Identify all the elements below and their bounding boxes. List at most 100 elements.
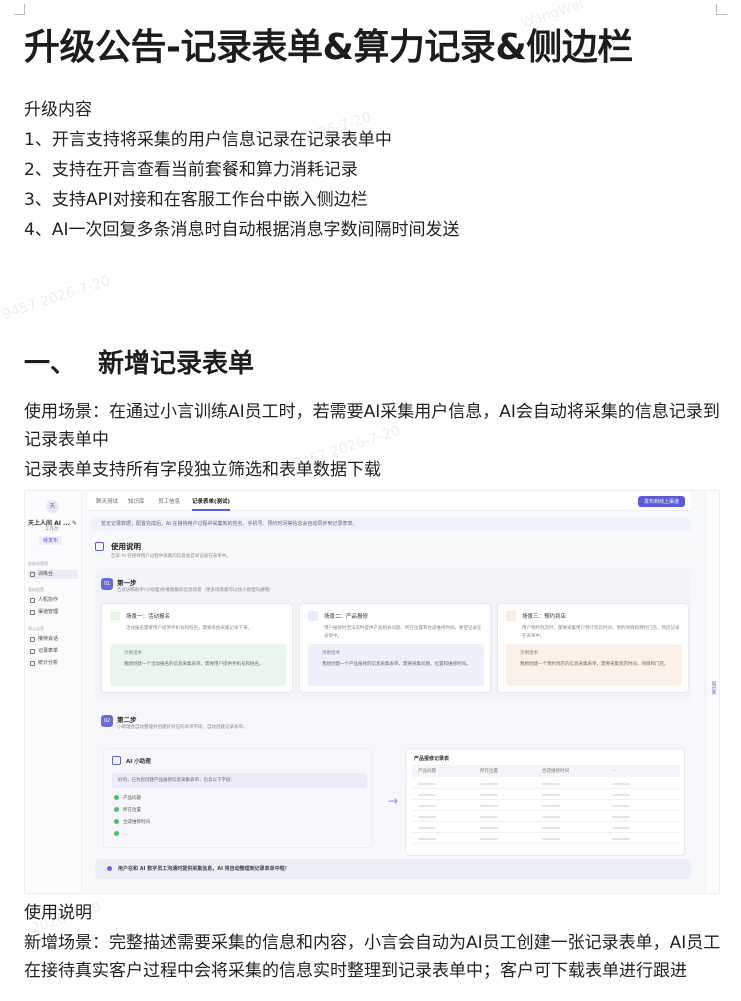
tab-record-form[interactable]: 记录表单(测试): [192, 497, 231, 511]
watermark: 9457 2026-7-20: [0, 273, 113, 323]
tab-knowledge[interactable]: 知识库: [128, 497, 145, 505]
upgrade-item: 2、支持在开言查看当前套餐和算力消耗记录: [24, 160, 358, 180]
status-badge: 待发布: [39, 536, 63, 545]
intro-title: 使用说明: [111, 542, 141, 551]
column-header: 合适维修时间: [542, 769, 569, 774]
search-icon: [30, 598, 35, 603]
scenario-desc: 用户报修时无法及时提供产品相关问题、所在位置和合适维修时间，希望记录在表单中。: [324, 626, 482, 639]
calendar-icon: [110, 611, 120, 621]
step-badge: 01: [101, 578, 113, 590]
intro-sub: 告诉 AI 在接待用户过程中采集的信息会自动记录在表单中。: [111, 554, 231, 559]
step-title: 第二步: [117, 716, 137, 724]
tab-chat-test[interactable]: 聊天测试: [96, 497, 118, 505]
field-label: 产品问题: [123, 796, 141, 801]
filter-text: 记录表单支持所有字段独立筛选和表单数据下载: [24, 460, 381, 480]
sidebar-item-sessions[interactable]: 接待会话: [28, 635, 78, 644]
hint-text: 用户在和 AI 数字员工沟通时提供采集信息，AI 将自动整理到记录表单中啦！: [118, 866, 290, 872]
notice-bar: 暂无记录数据，配置完成后，AI 在接待用户过程中采集到的姓名、手机号、预约时间等…: [91, 518, 691, 531]
record-form-screenshot: 天 天上人间 AI ... ✎ 工作台 待发布 智能体管理 训练台 基础配置 人…: [24, 490, 720, 894]
rail-label[interactable]: 知识库: [710, 681, 716, 695]
sidebar-item-stats[interactable]: 统计分析: [28, 659, 78, 668]
sidebar-item-collab[interactable]: 人机协作: [28, 596, 78, 605]
table-row: [412, 834, 680, 844]
sidebar-group-label: 智能体管理: [28, 561, 48, 566]
field-item: ...: [114, 831, 127, 837]
section-number: 一、: [24, 349, 77, 379]
example-box: 示例话术 我想创建一个产品报修的信息采集表单，需要采集问题、位置和维修时间。: [308, 644, 484, 686]
corner-mark-right: [716, 4, 727, 15]
field-item: 合适维修时间: [114, 819, 150, 825]
example-label: 示例话术: [124, 651, 142, 656]
step-two-panel: 02 第二步 小助理会自动整理并创建好对应的表单字段，自动创建记录表单。 AI …: [95, 706, 691, 856]
app-sidebar: 天 天上人间 AI ... ✎ 工作台 待发布 智能体管理 训练台 基础配置 人…: [25, 491, 82, 893]
example-box: 示例话术 我想创建一个预约到店的信息采集表单，需要采集到店时间、项目和门店。: [506, 644, 682, 686]
agent-sub: 工作台: [45, 527, 59, 532]
scene-text: 使用场景：在通过小言训练AI员工时，若需要AI采集用户信息，AI会自动将采集的信…: [24, 402, 720, 422]
arrow-right-icon: →: [388, 794, 399, 808]
sidebar-group-label: 基础配置: [28, 587, 44, 592]
scenario-desc: 活动报名需要用户提供手机号和姓名，需要系统采集记录下来。: [126, 626, 252, 631]
step-one-panel: 01 第一步 告诉训练助手(小助理)你要收集的信息场景（更多场景都可以找小助理沟…: [95, 569, 691, 701]
table-row: [412, 790, 680, 800]
field-label: ...: [123, 832, 128, 837]
example-text: 我想创建一个预约到店的信息采集表单，需要采集到店时间、项目和门店。: [520, 662, 669, 667]
sidebar-item-records[interactable]: 记录表单: [28, 647, 78, 656]
scenario-card[interactable]: 场景一：活动报名 活动报名需要用户提供手机号和姓名，需要系统采集记录下来。 示例…: [101, 603, 293, 693]
assistant-chat: AI 小助理 好的，已为您创建产品报修信息采集表单，包含以下字段： 产品问题 所…: [103, 748, 373, 848]
table-row: [412, 801, 680, 811]
sidebar-item-label: 训练台: [38, 571, 54, 577]
upgrade-item: 4、AI一次回复多条消息时自动根据消息字数间隔时间发送: [24, 220, 460, 240]
chart-icon: [30, 661, 35, 666]
step-badge: 02: [101, 715, 113, 727]
right-rail: 知识库: [705, 491, 719, 893]
link-icon: [30, 610, 35, 615]
doc-icon: [95, 542, 104, 551]
assistant-icon: [112, 756, 121, 765]
scene-text: 记录表单中: [24, 430, 109, 450]
sidebar-item-training[interactable]: 训练台: [28, 570, 78, 579]
check-icon: [114, 807, 119, 812]
usage-text: 新增场景：完整描述需要采集的信息和内容，小言会自动为AI员工创建一张记录表单，A…: [24, 933, 721, 953]
field-label: 所在位置: [123, 808, 141, 813]
page-title: 升级公告-记录表单&算力记录&侧边栏: [24, 27, 633, 68]
field-item: 所在位置: [114, 807, 141, 813]
example-text: 我想创建一个产品报修的信息采集表单，需要采集问题、位置和维修时间。: [322, 662, 471, 667]
sidebar-group-label: 线上运营: [28, 626, 44, 631]
training-icon: [30, 572, 35, 577]
sidebar-item-label: 统计分析: [38, 660, 59, 666]
example-box: 示例话术 我想创建一个活动报名的信息采集表单，需要用户提供手机号和姓名。: [110, 644, 286, 686]
store-icon: [506, 611, 516, 621]
scenario-desc: 用户预约到店时，需要采集用户预计到店时间、预约项目和预约门店，然后记录在表单中。: [522, 626, 680, 639]
table-row: [412, 823, 680, 833]
publish-button[interactable]: 发布到线上渠道: [637, 496, 685, 507]
step-sub: 告诉训练助手(小助理)你要收集的信息场景（更多场景都可以找小助理沟通哦）: [117, 588, 274, 593]
column-header: 产品问题: [418, 769, 436, 774]
scenario-title: 场景一：活动报名: [126, 614, 171, 620]
column-header: ...: [612, 768, 617, 773]
scenario-card[interactable]: 场景三：预约到店 用户预约到店时，需要采集用户预计到店时间、预约项目和预约门店，…: [497, 603, 689, 693]
tab-staff-info[interactable]: 员工信息: [158, 497, 180, 505]
record-table-preview: 产品报修记录表 产品问题 所在位置 合适维修时间 ...: [405, 748, 685, 856]
scenario-card[interactable]: 场景二：产品报修 用户报修时无法及时提供产品相关问题、所在位置和合适维修时间，希…: [299, 603, 491, 693]
upgrade-item: 3、支持API对接和在客服工作台中嵌入侧边栏: [24, 190, 368, 210]
table-header: 产品问题 所在位置 合适维修时间 ...: [412, 765, 680, 777]
field-label: 合适维修时间: [123, 820, 150, 825]
assistant-message: 好的，已为您创建产品报修信息采集表单，包含以下字段：: [112, 773, 367, 788]
table-title: 产品报修记录表: [414, 756, 450, 762]
upgrade-heading: 升级内容: [24, 100, 92, 120]
assistant-title: AI 小助理: [126, 759, 151, 765]
sidebar-item-label: 记录表单: [38, 648, 59, 654]
avatar[interactable]: 天: [46, 500, 59, 513]
section-title: 新增记录表单: [98, 349, 255, 379]
sidebar-item-channels[interactable]: 渠道管理: [28, 608, 78, 617]
step-title: 第一步: [117, 579, 137, 587]
field-item: 产品问题: [114, 795, 141, 801]
corner-mark-left: [14, 4, 25, 15]
table-row: [412, 812, 680, 822]
wrench-icon: [308, 611, 318, 621]
example-label: 示例话术: [322, 651, 340, 656]
hint-bar: 用户在和 AI 数字员工沟通时提供采集信息，AI 将自动整理到记录表单中啦！: [95, 859, 691, 879]
tab-bar: 聊天测试 知识库 员工信息 记录表单(测试) 发布到线上渠道: [88, 491, 691, 511]
sidebar-item-label: 渠道管理: [38, 609, 59, 615]
example-text: 我想创建一个活动报名的信息采集表单，需要用户提供手机号和姓名。: [124, 662, 264, 667]
